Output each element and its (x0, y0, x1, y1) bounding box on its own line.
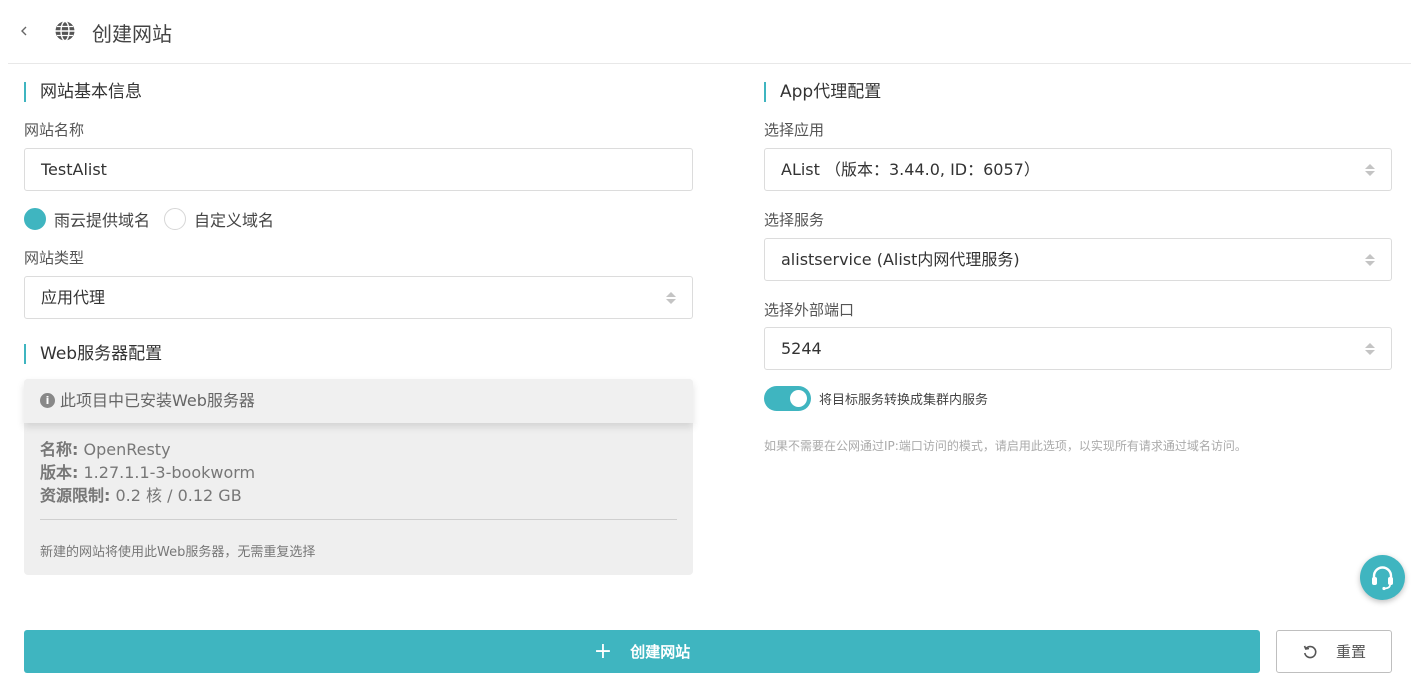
web-server-name: 名称: OpenResty (40, 436, 171, 460)
create-site-button-label: 创建网站 (630, 643, 691, 661)
app-select[interactable]: AList （版本：3.44.0, ID：6057） (764, 148, 1392, 191)
web-server-limit: 资源限制: 0.2 核 / 0.12 GB (40, 482, 242, 506)
service-select-value: alistservice (Alist内网代理服务) (781, 250, 1020, 269)
toggle-knob (790, 390, 807, 407)
app-select-value: AList （版本：3.44.0, ID：6057） (781, 160, 1040, 179)
site-type-select[interactable]: 应用代理 (24, 276, 693, 319)
web-server-version: 版本: 1.27.1.1-3-bookworm (40, 459, 255, 483)
site-type-value: 应用代理 (41, 288, 106, 307)
select-arrows-icon (666, 292, 676, 304)
info-icon: i (40, 393, 55, 408)
site-name-label: 网站名称 (24, 121, 85, 139)
page-header: 创建网站 (0, 0, 1419, 64)
app-select-label: 选择应用 (764, 121, 825, 139)
web-server-notice-text: 此项目中已安装Web服务器 (60, 391, 255, 410)
plus-icon: + (593, 638, 613, 664)
customer-support-button[interactable] (1360, 555, 1405, 600)
cluster-service-toggle[interactable] (764, 386, 811, 411)
radio-custom-domain[interactable]: 自定义域名 (164, 207, 274, 231)
basic-info-section-title: 网站基本信息 (24, 81, 142, 103)
web-server-info-box: i 此项目中已安装Web服务器 名称: OpenResty 版本: 1.27.1… (24, 379, 693, 575)
cluster-service-hint: 如果不需要在公网通过IP:端口访问的模式，请启用此选项，以实现所有请求通过域名访… (764, 439, 1247, 453)
radio-checked-icon (24, 208, 46, 230)
port-select-label: 选择外部端口 (764, 301, 855, 319)
web-server-version-value: 1.27.1.1-3-bookworm (78, 463, 256, 482)
page-title: 创建网站 (92, 22, 172, 46)
service-select[interactable]: alistservice (Alist内网代理服务) (764, 238, 1392, 281)
reset-icon (1303, 645, 1317, 658)
site-type-label: 网站类型 (24, 249, 85, 267)
web-server-section-title: Web服务器配置 (24, 343, 162, 365)
reset-button[interactable]: 重置 (1276, 630, 1392, 673)
web-server-name-key: 名称: (40, 440, 79, 459)
headset-icon (1372, 566, 1393, 591)
web-server-name-value: OpenResty (78, 440, 171, 459)
port-select[interactable]: 5244 (764, 327, 1392, 370)
select-arrows-icon (1365, 254, 1375, 266)
service-select-label: 选择服务 (764, 211, 825, 229)
reset-button-label: 重置 (1335, 643, 1366, 661)
radio-unchecked-icon (164, 208, 186, 230)
app-proxy-section-title: App代理配置 (764, 81, 881, 103)
web-server-note: 新建的网站将使用此Web服务器，无需重复选择 (40, 545, 316, 560)
globe-icon (55, 20, 75, 42)
cluster-service-toggle-label: 将目标服务转换成集群内服务 (819, 393, 989, 408)
select-arrows-icon (1365, 343, 1375, 355)
web-server-limit-key: 资源限制: (40, 486, 111, 505)
port-select-value: 5244 (781, 339, 822, 358)
create-site-button[interactable]: + 创建网站 (24, 630, 1260, 673)
back-arrow-icon[interactable] (18, 20, 32, 42)
info-divider (40, 519, 677, 520)
site-name-input[interactable]: TestAlist (24, 148, 693, 191)
radio-provided-domain[interactable]: 雨云提供域名 (24, 207, 150, 231)
header-divider (8, 63, 1411, 64)
select-arrows-icon (1365, 164, 1375, 176)
web-server-limit-value: 0.2 核 / 0.12 GB (110, 486, 242, 505)
radio-provided-domain-label: 雨云提供域名 (54, 211, 151, 230)
web-server-notice: i 此项目中已安装Web服务器 (24, 379, 693, 423)
web-server-version-key: 版本: (40, 463, 79, 482)
radio-custom-domain-label: 自定义域名 (194, 211, 275, 230)
